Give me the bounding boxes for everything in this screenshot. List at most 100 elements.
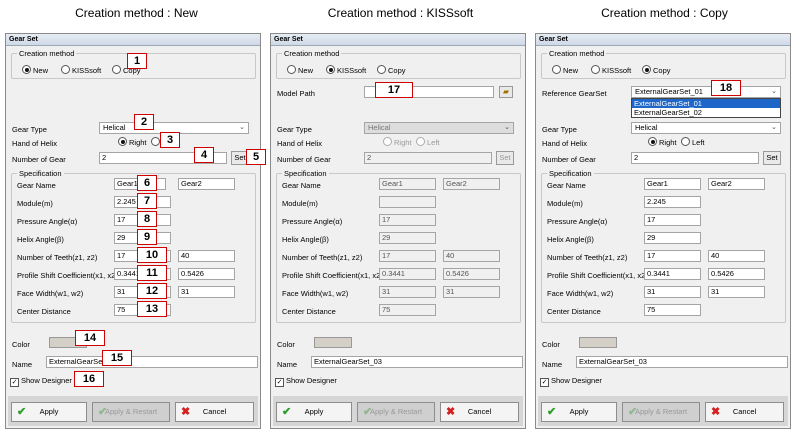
x1-input[interactable]: 0.3441 [379, 268, 436, 280]
radio-kisssoft[interactable]: KISSsoft [61, 65, 101, 76]
set-button[interactable]: Set [496, 151, 514, 165]
center-distance-label: Center Distance [547, 307, 601, 316]
number-of-gear-input[interactable]: 2 [364, 152, 492, 164]
badge-1: 1 [127, 53, 147, 69]
radio-right[interactable]: Right [648, 137, 677, 148]
radio-kisssoft[interactable]: KISSsoft [591, 65, 631, 76]
gear-name-label: Gear Name [17, 181, 56, 190]
number-of-teeth-label: Number of Teeth(z1, z2) [547, 253, 628, 262]
color-swatch[interactable] [579, 337, 617, 348]
gear-set-dialog-new: Gear Set Creation method New KISSsoft Co… [5, 33, 261, 429]
apply-button[interactable]: ✔ Apply [11, 402, 87, 422]
set-button[interactable]: Set [763, 151, 781, 165]
cancel-button[interactable]: ✖ Cancel [440, 402, 519, 422]
check-icon: ✓ [10, 378, 19, 387]
badge-15: 15 [102, 350, 132, 366]
apply-restart-button[interactable]: ✔ Apply & Restart [92, 402, 170, 422]
radio-copy[interactable]: Copy [642, 65, 671, 76]
gear-type-combo[interactable]: Helical ⌄ [631, 122, 781, 134]
z1-input[interactable]: 17 [379, 250, 436, 262]
number-of-gear-input[interactable]: 2 [631, 152, 759, 164]
name-input[interactable]: ExternalGearSet_03 [576, 356, 788, 368]
z1-input[interactable]: 17 [644, 250, 701, 262]
show-designer-checkbox[interactable]: ✓ Show Designer [540, 376, 602, 387]
face-width-label: Face Width(w1, w2) [17, 289, 84, 298]
center-distance-input[interactable]: 75 [644, 304, 701, 316]
radio-new[interactable]: New [552, 65, 578, 76]
radio-new[interactable]: New [22, 65, 48, 76]
button-bar: ✔ Apply ✔ Apply & Restart ✖ Cancel [538, 396, 788, 426]
w2-input[interactable]: 31 [443, 286, 500, 298]
hand-of-helix-label: Hand of Helix [542, 139, 588, 148]
apply-button[interactable]: ✔ Apply [276, 402, 352, 422]
gear-type-combo[interactable]: Helical ⌄ [364, 122, 514, 134]
dropdown-option[interactable]: ExternalGearSet_02 [632, 108, 780, 117]
radio-right[interactable]: Right [118, 137, 147, 148]
apply-restart-button[interactable]: ✔ Apply & Restart [357, 402, 435, 422]
module-label: Module(m) [17, 199, 53, 208]
show-designer-checkbox[interactable]: ✓ Show Designer [275, 376, 337, 387]
dropdown-option[interactable]: ExternalGearSet_01 [632, 99, 780, 108]
chevron-down-icon: ⌄ [239, 124, 245, 131]
apply-button[interactable]: ✔ Apply [541, 402, 617, 422]
z2-input[interactable]: 40 [443, 250, 500, 262]
name-input[interactable]: ExternalGearSet_ [46, 356, 258, 368]
gear2-name-input[interactable]: Gear2 [443, 178, 500, 190]
helix-angle-input[interactable]: 29 [644, 232, 701, 244]
x2-input[interactable]: 0.5426 [178, 268, 235, 280]
apply-restart-button[interactable]: ✔ Apply & Restart [622, 402, 700, 422]
module-input[interactable]: 2.245 [644, 196, 701, 208]
radio-dot-icon [591, 65, 600, 74]
gear1-name-input[interactable]: Gear1 [379, 178, 436, 190]
color-swatch[interactable] [314, 337, 352, 348]
w1-input[interactable]: 31 [644, 286, 701, 298]
gear2-name-input[interactable]: Gear2 [708, 178, 765, 190]
radio-left[interactable]: Left [681, 137, 705, 148]
x1-input[interactable]: 0.3441 [644, 268, 701, 280]
center-distance-input[interactable]: 75 [379, 304, 436, 316]
button-bar: ✔ Apply ✔ Apply & Restart ✖ Cancel [273, 396, 523, 426]
helix-angle-label: Helix Angle(β) [547, 235, 594, 244]
check-icon: ✓ [275, 378, 284, 387]
radio-right[interactable]: Right [383, 137, 412, 148]
module-input[interactable] [379, 196, 436, 208]
cancel-button[interactable]: ✖ Cancel [175, 402, 254, 422]
radio-copy[interactable]: Copy [377, 65, 406, 76]
checkmark-icon: ✔ [628, 406, 638, 418]
heading-copy: Creation method : Copy [601, 6, 728, 20]
reference-gearset-combo[interactable]: ExternalGearSet_01 ⌄ [631, 86, 781, 98]
x2-input[interactable]: 0.5426 [708, 268, 765, 280]
pressure-angle-input[interactable]: 17 [644, 214, 701, 226]
pressure-angle-label: Pressure Angle(α) [282, 217, 343, 226]
pressure-angle-input[interactable]: 17 [379, 214, 436, 226]
w2-input[interactable]: 31 [708, 286, 765, 298]
helix-angle-input[interactable]: 29 [379, 232, 436, 244]
heading-new: Creation method : New [75, 6, 198, 20]
radio-kisssoft[interactable]: KISSsoft [326, 65, 366, 76]
badge-12: 12 [137, 283, 167, 299]
hand-of-helix-label: Hand of Helix [12, 139, 58, 148]
close-icon: ✖ [181, 406, 191, 418]
z2-input[interactable]: 40 [178, 250, 235, 262]
show-designer-checkbox[interactable]: ✓ Show Designer [10, 376, 72, 387]
folder-open-icon[interactable]: ▰ [499, 86, 513, 98]
badge-16: 16 [74, 371, 104, 387]
gear-name-label: Gear Name [282, 181, 321, 190]
name-input[interactable]: ExternalGearSet_03 [311, 356, 523, 368]
profile-shift-label: Profile Shift Coefficient(x1, x2) [547, 271, 648, 280]
gear1-name-input[interactable]: Gear1 [644, 178, 701, 190]
radio-dot-icon [112, 65, 121, 74]
checkmark-icon: ✔ [547, 406, 557, 418]
radio-left[interactable]: Left [416, 137, 440, 148]
number-of-teeth-label: Number of Teeth(z1, z2) [282, 253, 363, 262]
cancel-button[interactable]: ✖ Cancel [705, 402, 784, 422]
w2-input[interactable]: 31 [178, 286, 235, 298]
z2-input[interactable]: 40 [708, 250, 765, 262]
badge-7: 7 [137, 193, 157, 209]
radio-dot-icon [118, 137, 127, 146]
radio-new[interactable]: New [287, 65, 313, 76]
gear2-name-input[interactable]: Gear2 [178, 178, 235, 190]
w1-input[interactable]: 31 [379, 286, 436, 298]
x2-input[interactable]: 0.5426 [443, 268, 500, 280]
number-of-teeth-label: Number of Teeth(z1, z2) [17, 253, 98, 262]
